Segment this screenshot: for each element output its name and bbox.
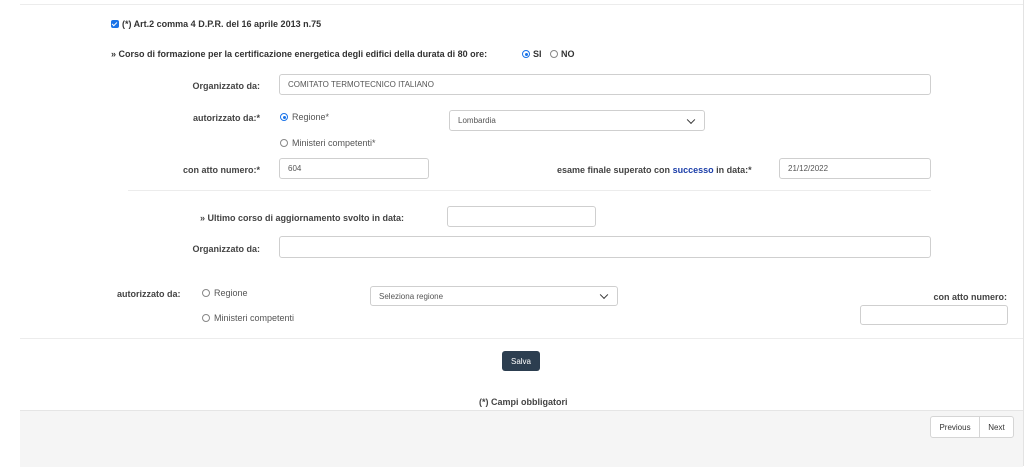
ministeri2-radio-label: Ministeri competenti	[214, 313, 295, 323]
atto-label: con atto numero:*	[182, 165, 260, 175]
regione-radio-label: Regione*	[292, 112, 330, 122]
top-divider	[20, 4, 1023, 5]
section-divider	[128, 190, 931, 191]
organizzato-value: COMITATO TERMOTECNICO ITALIANO	[288, 80, 434, 89]
mandatory-note: (*) Campi obbligatori	[479, 397, 568, 407]
corso-question: » Corso di formazione per la certificazi…	[111, 49, 488, 59]
autorizzato-label: autorizzato da:*	[192, 113, 260, 123]
organizzato2-label: Organizzato da:	[192, 244, 260, 254]
esame-label-post: in data:*	[716, 165, 752, 175]
corso-si-radio[interactable]	[522, 50, 530, 58]
esame-label-link: successo	[672, 165, 714, 175]
organizzato2-input[interactable]	[279, 236, 931, 258]
ultimo-corso-input[interactable]	[447, 206, 596, 227]
ministeri-radio[interactable]	[280, 139, 288, 147]
regione-select[interactable]: Lombardia	[449, 110, 705, 131]
atto-value: 604	[288, 164, 302, 173]
autorizzato2-label: autorizzato da:	[117, 289, 181, 299]
esame-label-pre: esame finale superato con	[557, 165, 671, 175]
regione2-select[interactable]: Seleziona regione	[370, 286, 618, 306]
organizzato-label: Organizzato da:	[192, 81, 260, 91]
esame-date-input[interactable]: 21/12/2022	[779, 158, 931, 179]
esame-label: esame finale superato con successo in da…	[557, 165, 752, 175]
regione2-radio-label: Regione	[214, 288, 248, 298]
corso-no-label: NO	[561, 49, 575, 59]
atto2-input[interactable]	[860, 305, 1008, 325]
art2-checkbox-label: (*) Art.2 comma 4 D.P.R. del 16 aprile 2…	[122, 19, 322, 29]
regione-radio[interactable]	[280, 113, 288, 121]
regione2-radio[interactable]	[202, 289, 210, 297]
ultimo-corso-label: » Ultimo corso di aggiornamento svolto i…	[200, 213, 405, 223]
chevron-down-icon	[686, 115, 696, 124]
form-card	[20, 0, 1023, 410]
regione2-placeholder: Seleziona regione	[379, 291, 444, 301]
corso-no-radio[interactable]	[550, 50, 558, 58]
atto-input[interactable]: 604	[279, 158, 429, 179]
pagination-bar	[20, 410, 1023, 467]
art2-checkbox[interactable]	[111, 20, 119, 28]
corso-si-label: SI	[533, 49, 542, 59]
chevron-down-icon	[599, 290, 609, 300]
previous-button[interactable]: Previous	[930, 416, 980, 438]
form-bottom-divider	[20, 338, 1023, 339]
esame-date-value: 21/12/2022	[788, 164, 829, 173]
next-button[interactable]: Next	[979, 416, 1014, 438]
save-button[interactable]: Salva	[502, 351, 540, 371]
ministeri2-radio[interactable]	[202, 314, 210, 322]
regione-selected-value: Lombardia	[458, 116, 496, 125]
organizzato-input[interactable]: COMITATO TERMOTECNICO ITALIANO	[279, 74, 931, 95]
ministeri-radio-label: Ministeri competenti*	[292, 138, 376, 148]
atto2-label: con atto numero:	[933, 292, 1008, 302]
